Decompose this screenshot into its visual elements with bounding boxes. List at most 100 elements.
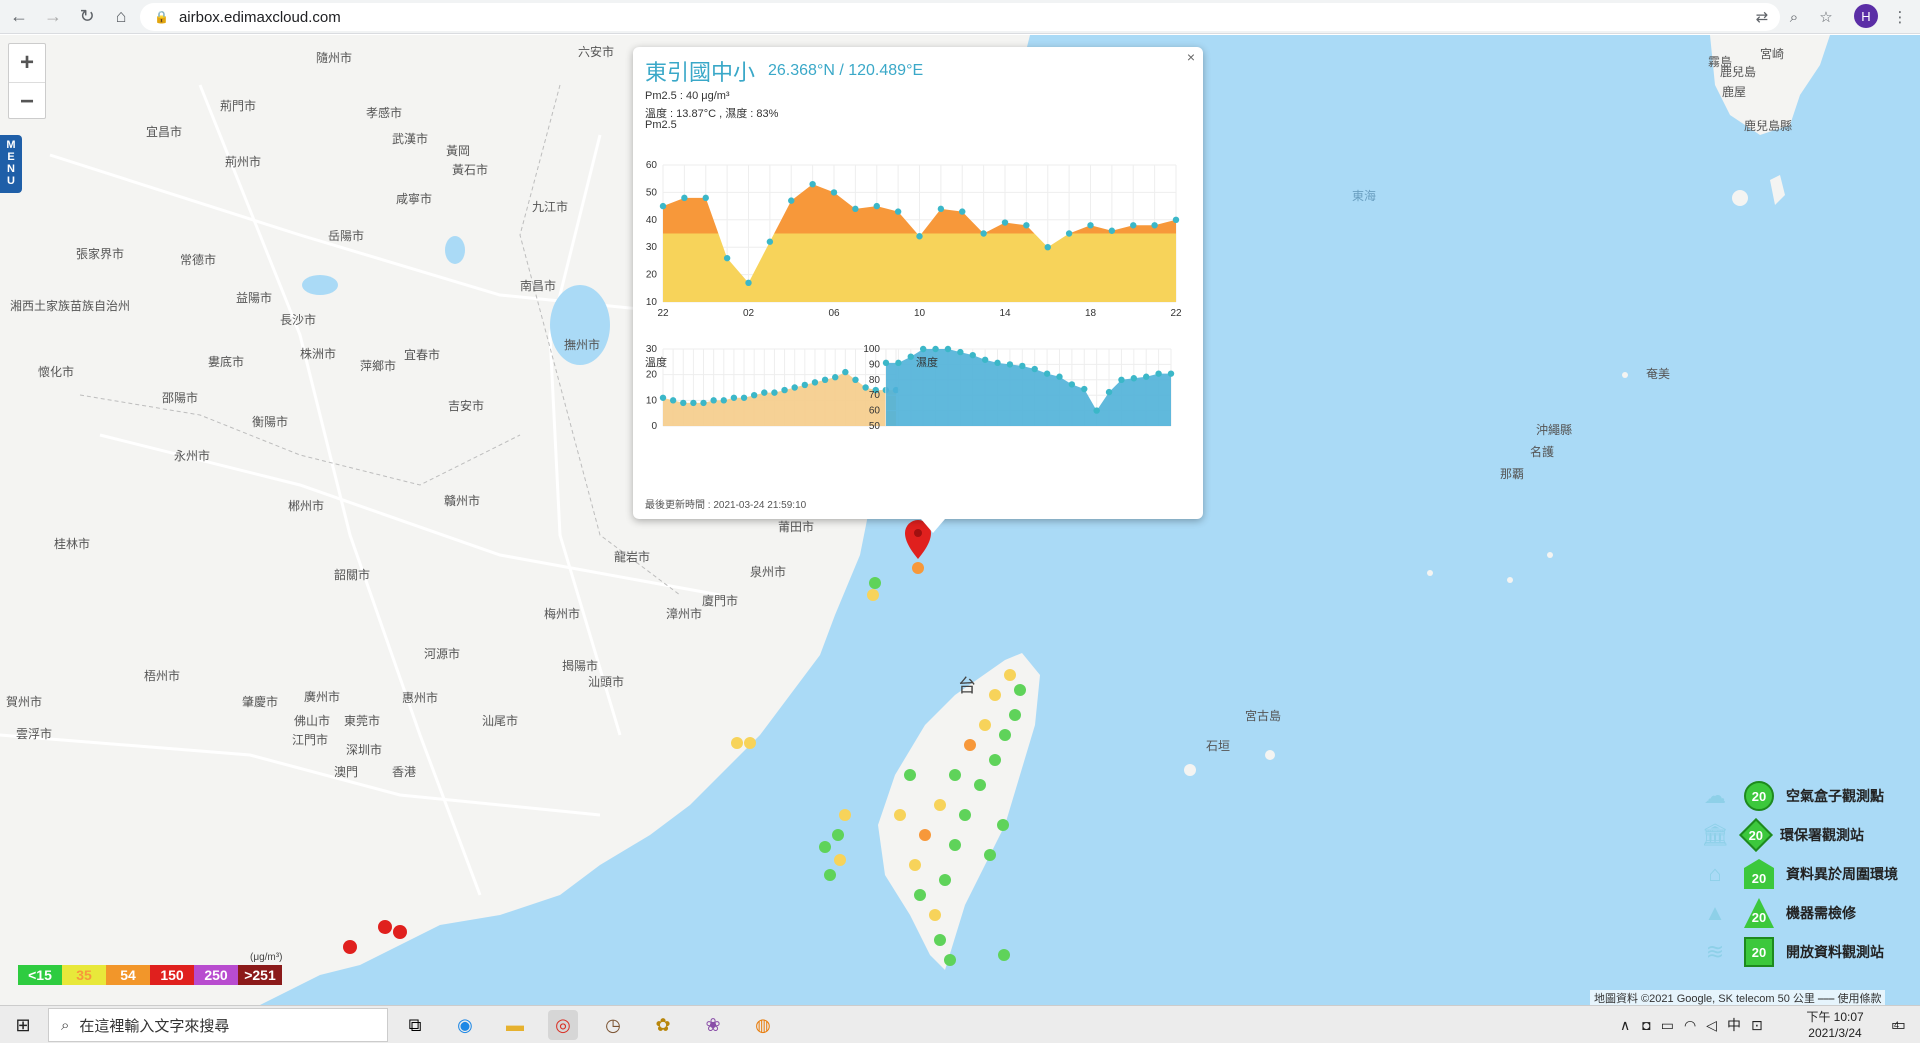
zoom-icon[interactable]: ⌕ bbox=[1782, 5, 1806, 29]
data-point bbox=[1001, 219, 1009, 226]
data-point bbox=[761, 389, 768, 396]
browser-toolbar: ← → ↻ ⌂ 🔒 airbox.edimaxcloud.com ⇄ ⌕ ☆ H… bbox=[0, 0, 1920, 34]
data-point bbox=[681, 194, 688, 202]
map-place-label: 郴州市 bbox=[288, 499, 325, 513]
map-place-label: 常德市 bbox=[180, 253, 217, 267]
wifi-icon[interactable]: ◠ bbox=[1684, 1017, 1696, 1034]
station-info-popup: × 東引國中小 26.368°N / 120.489°E Pm2.5 : 40 … bbox=[633, 47, 1203, 533]
app-network-icon[interactable]: ❀ bbox=[698, 1010, 728, 1040]
legend-label: 空氣盒子觀測點 bbox=[1786, 788, 1884, 804]
map-place-label: 梧州市 bbox=[144, 669, 181, 683]
webcam-icon[interactable]: ◘ bbox=[1642, 1017, 1650, 1033]
map-place-label: 岳陽市 bbox=[328, 229, 365, 243]
penghu-sensor-cluster[interactable] bbox=[819, 809, 851, 881]
home-icon[interactable]: ⌂ bbox=[106, 2, 136, 32]
data-point bbox=[873, 202, 880, 210]
map-place-label: 那覇 bbox=[1500, 467, 1525, 481]
profile-avatar[interactable]: H bbox=[1854, 4, 1878, 28]
map-attribution: 地圖資料 ©2021 Google, SK telecom 50 公里 ⎯⎯⎯ … bbox=[1590, 990, 1886, 1005]
app-clock-icon[interactable]: ◷ bbox=[598, 1010, 628, 1040]
map-place-label: 汕尾市 bbox=[482, 714, 519, 728]
task-view-icon[interactable]: ⧉ bbox=[400, 1010, 430, 1040]
data-point bbox=[1167, 370, 1175, 377]
data-point bbox=[1065, 230, 1073, 237]
data-point bbox=[821, 376, 829, 383]
x-tick-label: 22 bbox=[657, 308, 669, 319]
chevron-up-icon[interactable]: ∧ bbox=[1620, 1017, 1630, 1034]
blender-icon[interactable]: ◍ bbox=[748, 1010, 778, 1040]
y-tick-label: 80 bbox=[869, 375, 881, 386]
bookmark-star-icon[interactable]: ☆ bbox=[1814, 5, 1838, 29]
system-clock[interactable]: 下午 10:07 2021/3/24 bbox=[1795, 1009, 1875, 1041]
map-place-label: 益陽市 bbox=[236, 291, 273, 305]
data-point bbox=[1108, 227, 1116, 234]
data-point bbox=[916, 233, 923, 240]
x-tick-label: 14 bbox=[999, 308, 1011, 319]
legend-label: 開放資料觀測站 bbox=[1786, 944, 1884, 960]
y-tick-label: 90 bbox=[869, 359, 881, 370]
zoom-in-button[interactable]: + bbox=[9, 44, 45, 82]
pm25-scale-segment: <15 bbox=[18, 965, 62, 985]
map-place-label: 宜春市 bbox=[404, 348, 441, 362]
forward-icon[interactable]: → bbox=[38, 2, 68, 32]
data-point bbox=[811, 379, 819, 386]
chrome-icon[interactable]: ◎ bbox=[548, 1010, 578, 1040]
map-place-label: 賀州市 bbox=[6, 695, 43, 709]
data-point bbox=[669, 397, 677, 404]
map-place-label: 荊門市 bbox=[220, 99, 257, 113]
pm25-chart: 10203040506022 02 06 10 14 18 2201020305060708… bbox=[646, 160, 1182, 432]
x-tick-label: 06 bbox=[828, 308, 840, 319]
address-bar[interactable]: 🔒 airbox.edimaxcloud.com bbox=[140, 3, 1780, 31]
legend-badge-value: 20 bbox=[1751, 944, 1767, 960]
data-point bbox=[959, 208, 966, 215]
taskbar-search-input[interactable]: ⌕ 在這裡輸入文字來搜尋 bbox=[48, 1008, 388, 1042]
pm25-color-scale: <15 35 54 150 250 >251 bbox=[18, 965, 282, 985]
map-place-label: 萍鄉市 bbox=[360, 359, 397, 373]
data-point bbox=[895, 359, 902, 367]
app-animal-icon[interactable]: ✿ bbox=[648, 1010, 678, 1040]
file-explorer-icon[interactable]: ▬ bbox=[500, 1010, 530, 1040]
map-place-label: 隨州市 bbox=[316, 51, 353, 65]
ime-mode-icon[interactable]: ⊡ bbox=[1751, 1017, 1763, 1034]
notification-icon[interactable]: ▭ 4 bbox=[1880, 1012, 1910, 1038]
map-place-label: 龍岩市 bbox=[614, 550, 651, 564]
map-place-label: 韶關市 bbox=[334, 568, 371, 582]
edge-icon[interactable]: ◉ bbox=[450, 1010, 480, 1040]
map-place-label: 汕頭市 bbox=[588, 675, 625, 689]
windows-start-icon[interactable]: ⊞ bbox=[0, 1006, 46, 1044]
data-point bbox=[1172, 216, 1180, 223]
map-place-label: 鹿屋 bbox=[1722, 85, 1747, 99]
y-tick-label: 20 bbox=[646, 370, 658, 381]
more-menu-icon[interactable]: ⋮ bbox=[1888, 5, 1912, 29]
map-place-label: 咸寧市 bbox=[396, 192, 433, 206]
legend-badge-square: 20 bbox=[1744, 937, 1774, 967]
map-place-label: 肇慶市 bbox=[242, 695, 279, 709]
volume-icon[interactable]: ◁ bbox=[1706, 1017, 1717, 1034]
map-place-label: 惠州市 bbox=[402, 691, 439, 705]
zoom-out-button[interactable]: − bbox=[9, 82, 45, 120]
translate-icon[interactable]: ⇄ bbox=[1750, 5, 1774, 29]
map-canvas[interactable]: 隨州市 六安市 荊門市 孝感市 宜昌市 武漢市 荊州市 黃岡 黃石市 咸寧市 九江市 張家界市 常德市 岳… bbox=[0, 35, 1920, 1005]
map-place-label: 河源市 bbox=[424, 647, 461, 661]
data-point bbox=[1056, 373, 1063, 380]
y-tick-label: 20 bbox=[646, 270, 658, 281]
y-tick-label: 10 bbox=[646, 395, 658, 406]
data-point bbox=[1155, 370, 1162, 377]
map-place-label: 廈門市 bbox=[702, 594, 739, 608]
building-icon: 🏛 bbox=[1701, 822, 1729, 847]
data-point bbox=[882, 359, 890, 367]
data-point bbox=[1044, 244, 1051, 251]
y-tick-label: 10 bbox=[646, 297, 658, 308]
back-icon[interactable]: ← bbox=[4, 2, 34, 32]
battery-icon[interactable]: ▭ bbox=[1661, 1017, 1674, 1034]
map-place-label: 東莞市 bbox=[344, 714, 381, 728]
map-place-label: 宜昌市 bbox=[146, 125, 183, 139]
menu-tab[interactable]: MENU bbox=[0, 135, 22, 193]
matsu-sensor-cluster[interactable] bbox=[867, 577, 881, 601]
reload-icon[interactable]: ↻ bbox=[72, 2, 102, 32]
lock-icon: 🔒 bbox=[154, 10, 169, 24]
clock-date: 2021/3/24 bbox=[1808, 1026, 1862, 1040]
url-text: airbox.edimaxcloud.com bbox=[178, 8, 341, 26]
ime-indicator[interactable]: 中 bbox=[1727, 1015, 1741, 1035]
data-point bbox=[723, 254, 731, 262]
